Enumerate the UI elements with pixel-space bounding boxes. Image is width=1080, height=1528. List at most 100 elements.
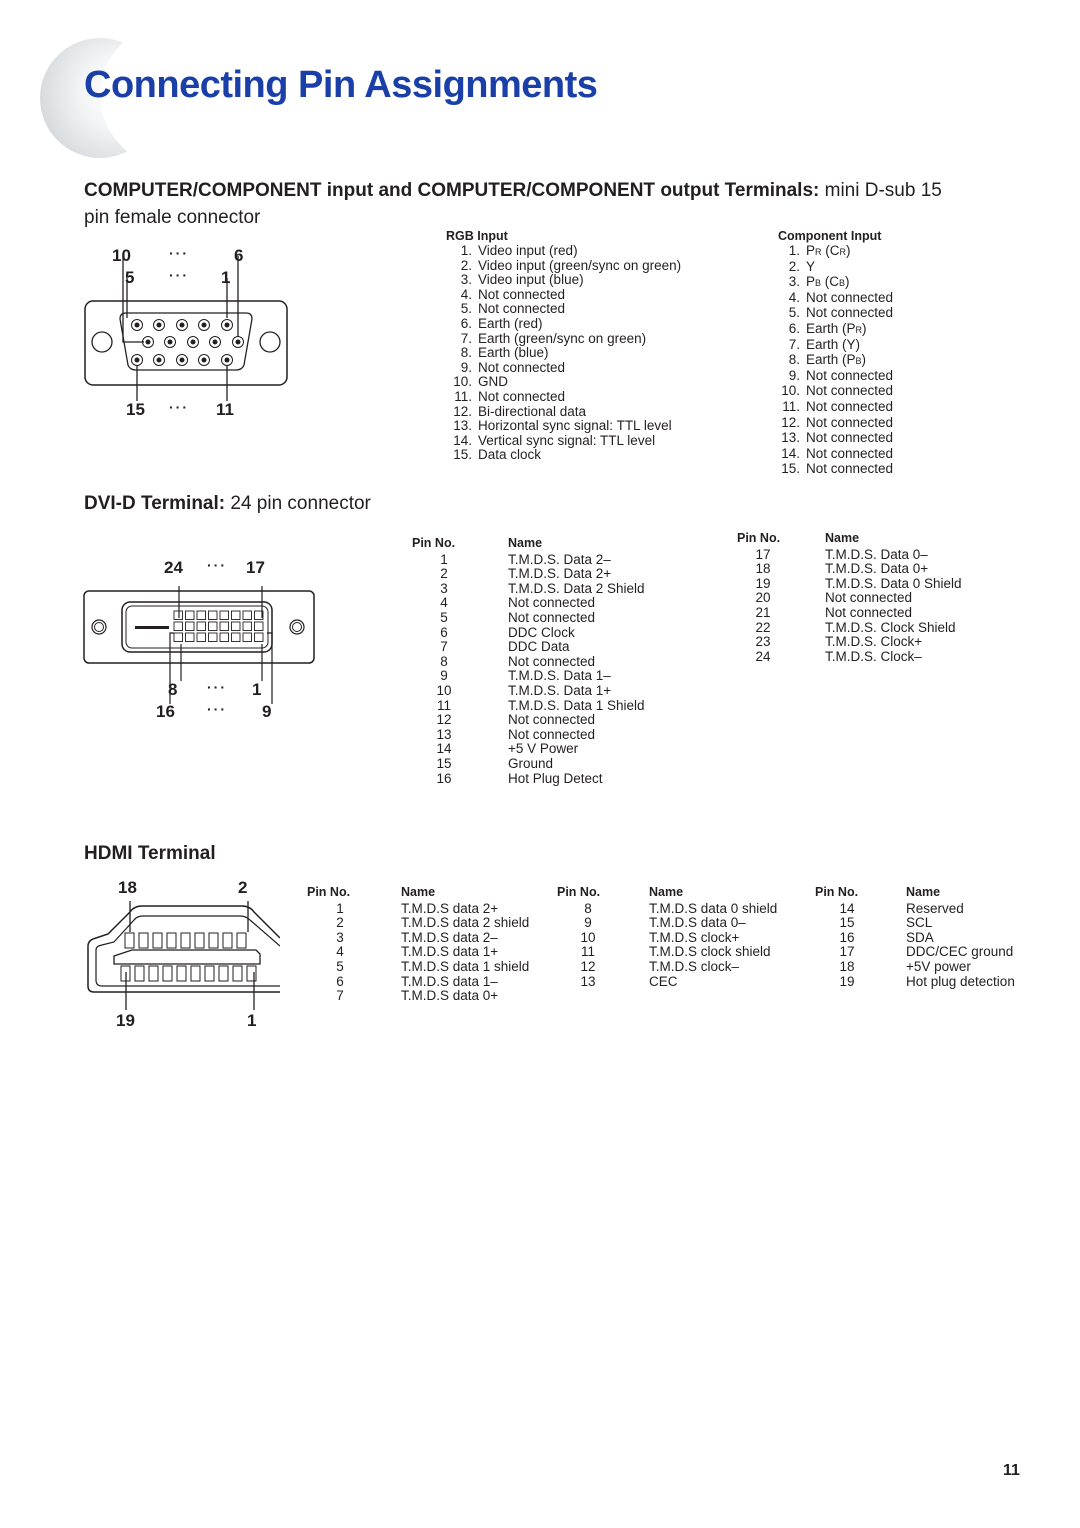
dvi-pin-number: 15	[436, 755, 452, 771]
dvi-pin-name: T.M.D.S. Data 1 Shield	[508, 697, 645, 713]
component-pin-text: Not connected	[806, 367, 894, 383]
hdmi-pin-bottom	[176, 965, 187, 982]
component-pin-text: Y	[806, 258, 816, 274]
rgb-pin-row: 14. Vertical sync signal: TTL level	[440, 433, 681, 449]
hdmi-table-row: 9 T.M.D.S data 0–	[557, 916, 777, 931]
hdmi-table-row: 4 T.M.D.S data 1+	[307, 945, 529, 960]
dvi-pin-number: 13	[436, 726, 452, 742]
hdmi-pin-number: 17	[839, 944, 855, 960]
hdmi-pins	[120, 932, 257, 982]
vga-heading-bold: COMPUTER/COMPONENT input and COMPUTER/CO…	[84, 180, 820, 201]
dvi-table-row: 7 DDC Data	[412, 640, 645, 655]
component-pin-text: Not connected	[806, 383, 894, 399]
rgb-pin-name: Not connected	[478, 388, 566, 404]
hdmi-table-row: 10 T.M.D.S clock+	[557, 929, 777, 946]
vga-pin-contact	[134, 357, 140, 363]
component-pin-row: 4. Not connected	[768, 289, 893, 307]
component-pin-row: 1. PR (CR)	[768, 243, 893, 260]
hdmi-pin-top	[138, 932, 149, 949]
dvi-table-row: 24 T.M.D.S. Clock–	[737, 648, 962, 665]
dvi-pin	[254, 621, 264, 631]
hdmi-pin-number: 1	[336, 900, 344, 916]
hdmi-pin-number: 16	[839, 929, 855, 945]
dvi-pin-name: DDC Clock	[508, 624, 575, 640]
component-pin-number: 12.	[781, 414, 800, 430]
dvi-table-row: 14 +5 V Power	[412, 742, 645, 757]
hdmi-pin-name: Hot plug detection	[906, 973, 1015, 989]
hdmi-pin-top	[166, 932, 177, 949]
dvi-pin-number: 23	[755, 634, 771, 650]
component-pin-text: P	[806, 243, 816, 258]
rgb-pin-name: Video input (red)	[478, 243, 578, 258]
dvi-table-row: 18 T.M.D.S. Data 0+	[737, 562, 962, 577]
hdmi-table-2: Pin No. Name 8 T.M.D.S data 0 shield 9 T.M.…	[557, 885, 777, 989]
dvi-pin-number: 12	[436, 712, 452, 728]
component-pin-number: 6.	[788, 320, 800, 336]
dvi-pin	[196, 632, 206, 642]
hdmi-pin-bottom	[218, 965, 229, 982]
component-pin-number: 2.	[788, 258, 800, 274]
hdmi-table-row: 19 Hot plug detection	[815, 973, 1015, 990]
rgb-pin-row: 4. Not connected	[440, 287, 681, 303]
vga-pin-contact	[201, 357, 207, 363]
dvi-col-pin: Pin No.	[412, 536, 456, 550]
component-pin-name: Not connected	[806, 384, 893, 400]
component-pin-row: 8. Earth (PB)	[768, 352, 893, 369]
dvi-pin-number: 14	[436, 741, 452, 757]
rgb-pin-name: Horizontal sync signal: TTL level	[478, 418, 672, 434]
dvi-pin-number: 24	[755, 648, 771, 664]
dvi-table-row: 10 T.M.D.S. Data 1+	[412, 682, 645, 699]
hdmi-pin-number: 14	[839, 900, 855, 916]
dvi-table-row: 19 T.M.D.S. Data 0 Shield	[737, 576, 961, 592]
dvi-table-row: 23 T.M.D.S. Clock+	[737, 635, 962, 650]
component-pin-number: 15.	[781, 461, 800, 477]
vga-connector-diagram: 10 ··· 6 5 ··· 1 15 ··· 11	[82, 243, 292, 423]
rgb-pin-number: 2.	[460, 257, 472, 273]
dvi-pin	[219, 610, 229, 620]
dvi-pin	[185, 621, 195, 631]
dvi-pin-number: 6	[440, 624, 448, 640]
dvi-pin-number: 1	[440, 551, 448, 567]
component-pin-name: PB (CB)	[806, 274, 850, 291]
vga-heading-line2: pin female connector	[84, 207, 261, 228]
vga-pin-contact	[224, 322, 230, 328]
hdmi-pin-number: 10	[580, 929, 596, 945]
dvi-pin-number: 10	[436, 682, 452, 698]
component-pin-number: 7.	[788, 336, 800, 352]
dvi-pin-name: +5 V Power	[508, 741, 579, 757]
hdmi-pin-name: T.M.D.S clock shield	[649, 944, 771, 960]
hdmi-pin-number: 13	[580, 973, 596, 989]
dvi-pin-name: Not connected	[825, 604, 913, 620]
dvi-pin-number: 7	[440, 639, 448, 655]
page-title: Connecting Pin Assignments	[84, 64, 598, 106]
dvi-pin-name: T.M.D.S. Data 1+	[508, 682, 612, 698]
component-pin-name: Not connected	[806, 367, 894, 385]
hdmi-table-row: 12 T.M.D.S clock–	[557, 959, 777, 975]
dvi-table-1: Pin No. Name 1 T.M.D.S. Data 2– 2 T.M.D.S. …	[412, 536, 645, 786]
rgb-pin-name: Not connected	[478, 359, 566, 375]
rgb-pin-number: 8.	[460, 345, 472, 361]
hdmi-pin-number: 19	[839, 973, 855, 989]
hdmi-pin-name: T.M.D.S data 0+	[401, 988, 499, 1004]
component-pin-text: Not connected	[806, 398, 894, 414]
hdmi-pin-name: T.M.D.S data 1+	[401, 944, 499, 960]
hdmi-table-row: 7 T.M.D.S data 0+	[307, 989, 529, 1004]
hdmi-pin-number: 9	[584, 915, 592, 931]
dvi-pin-name: Not connected	[508, 726, 596, 742]
dvi-pin	[219, 632, 229, 642]
hdmi-pin-name: Reserved	[906, 900, 964, 916]
dvi-table-row: 6 DDC Clock	[412, 624, 645, 641]
hdmi-pin-number: 2	[336, 915, 344, 931]
component-pin-row: 9. Not connected	[768, 367, 894, 385]
hdmi-pin-name: T.M.D.S clock+	[649, 929, 740, 945]
vga-screw-right	[259, 331, 281, 353]
dvi-pin	[242, 610, 252, 620]
hdmi-pin-top	[222, 932, 233, 949]
hdmi-pin-bottom	[232, 965, 243, 982]
component-pin-number: 4.	[788, 289, 800, 305]
hdmi-col-pin-1: Pin No.	[307, 885, 351, 899]
dvi-pin-number: 20	[755, 590, 771, 606]
vga-pin-contact	[224, 357, 230, 363]
dvi-pin-name: T.M.D.S. Data 0–	[825, 546, 928, 562]
dvi-pin-number: 17	[755, 546, 771, 562]
